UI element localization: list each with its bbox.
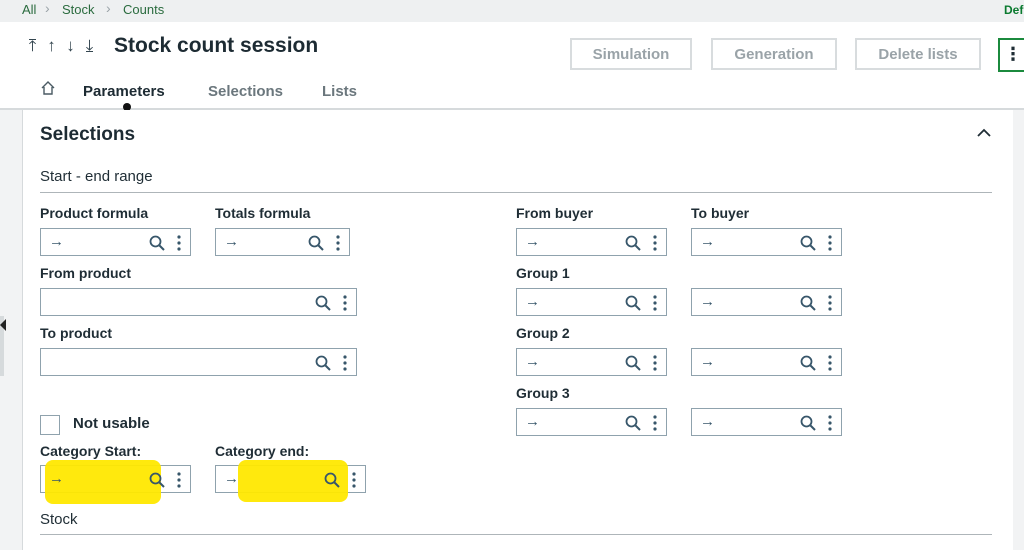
kebab-menu-icon[interactable]	[828, 234, 832, 252]
search-icon[interactable]	[800, 235, 816, 251]
to-product-field[interactable]	[40, 348, 357, 376]
group2-end-field[interactable]: →	[691, 348, 842, 376]
arrow-right-icon: →	[525, 293, 540, 310]
arrow-right-icon: →	[49, 470, 64, 487]
arrow-right-icon: →	[525, 233, 540, 250]
arrow-right-icon: →	[700, 293, 715, 310]
totals-formula-field[interactable]: →	[215, 228, 350, 256]
range-subheading: Start - end range	[40, 168, 153, 185]
search-icon[interactable]	[800, 295, 816, 311]
group1-label: Group 1	[516, 265, 570, 281]
kebab-menu-icon[interactable]	[653, 234, 657, 252]
arrow-right-icon: →	[700, 413, 715, 430]
group2-label: Group 2	[516, 325, 570, 341]
product-formula-field[interactable]: →	[40, 228, 191, 256]
topbar-right-label[interactable]: Def	[1004, 3, 1023, 17]
arrow-right-icon: →	[49, 233, 64, 250]
category-start-field[interactable]: →	[40, 460, 191, 504]
breadcrumb-counts[interactable]: Counts	[123, 2, 164, 17]
section-title: Selections	[40, 124, 136, 145]
next-record-icon[interactable]: ↓	[62, 36, 81, 56]
group1-start-field[interactable]: →	[516, 288, 667, 316]
category-end-field[interactable]: →	[215, 460, 366, 502]
product-formula-label: Product formula	[40, 205, 149, 221]
tab-lists[interactable]: Lists	[322, 83, 357, 100]
divider	[40, 534, 992, 535]
to-buyer-field[interactable]: →	[691, 228, 842, 256]
search-icon[interactable]	[149, 235, 165, 251]
search-icon[interactable]	[149, 472, 165, 488]
page-title: Stock count session	[114, 34, 319, 57]
not-usable-checkbox[interactable]	[40, 415, 60, 435]
search-icon[interactable]	[315, 295, 331, 311]
page-header: ⤒ ↑ ↓ ⤓ Stock count session Simulation Gene…	[0, 22, 1024, 111]
kebab-menu-icon[interactable]	[177, 234, 181, 252]
chevron-right-icon: ›	[106, 0, 111, 16]
arrow-right-icon: →	[700, 353, 715, 370]
search-icon[interactable]	[315, 355, 331, 371]
tab-selections[interactable]: Selections	[208, 83, 283, 100]
arrow-right-icon: →	[224, 233, 239, 250]
group3-start-field[interactable]: →	[516, 408, 667, 436]
stock-heading: Stock	[40, 511, 78, 528]
kebab-menu-icon[interactable]	[653, 294, 657, 312]
group3-end-field[interactable]: →	[691, 408, 842, 436]
simulation-button[interactable]: Simulation	[570, 38, 692, 70]
generation-button[interactable]: Generation	[711, 38, 837, 70]
tab-parameters[interactable]: Parameters	[83, 83, 165, 100]
breadcrumb-all[interactable]: All	[22, 2, 36, 17]
kebab-menu-icon[interactable]	[352, 471, 356, 489]
to-buyer-label: To buyer	[691, 205, 750, 221]
from-product-field[interactable]	[40, 288, 357, 316]
chevron-right-icon: ›	[45, 0, 50, 16]
arrow-right-icon: →	[525, 413, 540, 430]
from-buyer-field[interactable]: →	[516, 228, 667, 256]
to-product-label: To product	[40, 325, 113, 341]
kebab-menu-icon[interactable]	[653, 414, 657, 432]
search-icon[interactable]	[625, 355, 641, 371]
first-record-icon[interactable]: ⤒	[24, 36, 43, 56]
kebab-menu-icon[interactable]	[343, 294, 347, 312]
last-record-icon[interactable]: ⤓	[81, 36, 100, 56]
delete-lists-button[interactable]: Delete lists	[855, 38, 981, 70]
kebab-menu-icon[interactable]	[828, 414, 832, 432]
group2-start-field[interactable]: →	[516, 348, 667, 376]
kebab-menu-icon[interactable]	[828, 354, 832, 372]
search-icon[interactable]	[324, 472, 340, 488]
not-usable-label: Not usable	[73, 415, 150, 432]
more-actions-button[interactable]: ⋮	[998, 38, 1024, 72]
category-start-label: Category Start:	[40, 443, 142, 459]
breadcrumb-stock[interactable]: Stock	[62, 2, 95, 17]
home-icon[interactable]	[40, 80, 56, 96]
category-end-label: Category end:	[215, 443, 310, 459]
group3-label: Group 3	[516, 385, 570, 401]
search-icon[interactable]	[625, 235, 641, 251]
kebab-menu-icon[interactable]	[653, 354, 657, 372]
arrow-right-icon: →	[525, 353, 540, 370]
group1-end-field[interactable]: →	[691, 288, 842, 316]
kebab-menu-icon[interactable]	[336, 234, 340, 252]
arrow-right-icon: →	[700, 233, 715, 250]
search-icon[interactable]	[308, 235, 324, 251]
expand-left-icon[interactable]	[0, 319, 6, 331]
from-product-label: From product	[40, 265, 131, 281]
kebab-menu-icon[interactable]	[177, 471, 181, 489]
arrow-right-icon: →	[224, 470, 239, 487]
selections-panel: Selections Start - end range Product for…	[22, 110, 1013, 550]
search-icon[interactable]	[625, 415, 641, 431]
totals-formula-label: Totals formula	[215, 205, 311, 221]
kebab-menu-icon[interactable]	[343, 354, 347, 372]
search-icon[interactable]	[625, 295, 641, 311]
previous-record-icon[interactable]: ↑	[43, 36, 62, 56]
search-icon[interactable]	[800, 355, 816, 371]
search-icon[interactable]	[800, 415, 816, 431]
breadcrumb: All › Stock › Counts Def	[0, 0, 1024, 22]
kebab-menu-icon[interactable]	[828, 294, 832, 312]
chevron-up-icon[interactable]	[977, 128, 991, 138]
divider	[40, 192, 992, 193]
from-buyer-label: From buyer	[516, 205, 594, 221]
record-navigation: ⤒ ↑ ↓ ⤓	[24, 36, 100, 56]
